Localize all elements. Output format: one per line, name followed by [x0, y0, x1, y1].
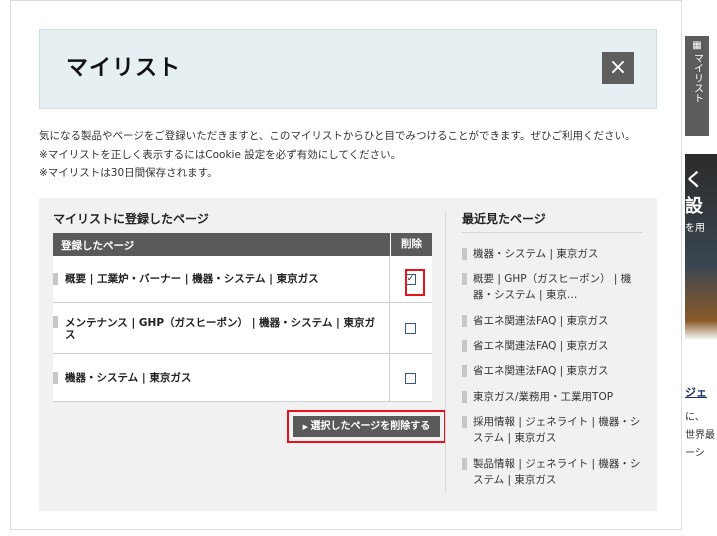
column-header-page: 登録したページ	[61, 240, 135, 252]
arrow-icon	[53, 316, 58, 328]
hero-text: く設	[685, 170, 703, 217]
recent-item[interactable]: 機器・システム | 東京ガス	[462, 246, 647, 262]
side-tab-label: マイリスト	[691, 53, 703, 103]
mylist-panel: マイリストに登録したページ 登録したページ 削除 概要 | 工業炉・バーナー |…	[39, 198, 657, 511]
recent-title: 最近見たページ	[462, 212, 546, 226]
arrow-icon	[462, 340, 467, 352]
background-page-strip: ▦ マイリスト く設 を用 ジェ に、 世界最 ーシ	[685, 14, 717, 536]
mylist-side-tab[interactable]: ▦ マイリスト	[685, 36, 709, 136]
recent-item[interactable]: 製品情報 | ジェネライト | 機器・システム | 東京ガス	[462, 456, 647, 488]
recent-item[interactable]: 省エネ関連法FAQ | 東京ガス	[462, 313, 647, 329]
arrow-icon	[462, 273, 467, 285]
recent-item[interactable]: 東京ガス/業務用・工業用TOP	[462, 389, 647, 405]
table-row: 概要 | 工業炉・バーナー | 機器・システム | 東京ガス ✓	[53, 256, 432, 303]
table-header: 登録したページ 削除	[53, 233, 432, 256]
registered-title: マイリストに登録したページ	[53, 212, 209, 226]
column-header-delete: 削除	[390, 233, 432, 256]
background-link[interactable]: ジェ	[685, 384, 707, 400]
recent-item[interactable]: 概要 | GHP（ガスヒーポン） | 機器・システム | 東京…	[462, 271, 647, 303]
note-line: 気になる製品やページをご登録いただきますと、このマイリストからひと目でみつけるこ…	[39, 130, 636, 142]
registered-table: 登録したページ 削除 概要 | 工業炉・バーナー | 機器・システム | 東京ガ…	[53, 233, 432, 402]
arrow-icon	[462, 416, 467, 428]
delete-checkbox[interactable]	[405, 373, 416, 384]
highlight-box-delete-button	[287, 410, 446, 443]
row-link[interactable]: 概要 | 工業炉・バーナー | 機器・システム | 東京ガス	[65, 273, 383, 285]
mylist-notes: 気になる製品やページをご登録いただきますと、このマイリストからひと目でみつけるこ…	[39, 127, 679, 183]
recent-item[interactable]: 省エネ関連法FAQ | 東京ガス	[462, 363, 647, 379]
table-row: メンテナンス | GHP（ガスヒーポン） | 機器・システム | 東京ガス	[53, 303, 432, 354]
arrow-icon	[462, 315, 467, 327]
mylist-modal: マイリスト × 気になる製品やページをご登録いただきますと、このマイリストからひ…	[10, 0, 682, 530]
modal-title: マイリスト	[66, 56, 182, 81]
column-divider	[445, 212, 446, 492]
highlight-box-checkbox	[405, 269, 425, 296]
close-icon: ×	[608, 55, 628, 80]
arrow-icon	[53, 273, 58, 285]
hero-subtext: を用	[685, 223, 705, 234]
background-text: に、 世界最 ーシ	[685, 412, 715, 459]
recent-item[interactable]: 省エネ関連法FAQ | 東京ガス	[462, 338, 647, 354]
arrow-icon	[462, 458, 467, 470]
row-link[interactable]: メンテナンス | GHP（ガスヒーポン） | 機器・システム | 東京ガス	[65, 317, 383, 341]
recent-item[interactable]: 採用情報 | ジェネライト | 機器・システム | 東京ガス	[462, 414, 647, 446]
modal-header: マイリスト ×	[39, 29, 657, 109]
arrow-icon	[53, 372, 58, 384]
delete-checkbox[interactable]	[405, 323, 416, 334]
note-line: ※マイリストは30日間保存されます。	[39, 167, 218, 179]
arrow-icon	[462, 391, 467, 403]
close-button[interactable]: ×	[602, 52, 634, 84]
grid-icon: ▦	[692, 40, 702, 51]
arrow-icon	[462, 365, 467, 377]
note-line: ※マイリストを正しく表示するにはCookie 設定を必ず有効にしてください。	[39, 148, 402, 161]
table-row: 機器・システム | 東京ガス	[53, 354, 432, 402]
arrow-icon	[462, 248, 467, 260]
row-link[interactable]: 機器・システム | 東京ガス	[65, 372, 383, 384]
